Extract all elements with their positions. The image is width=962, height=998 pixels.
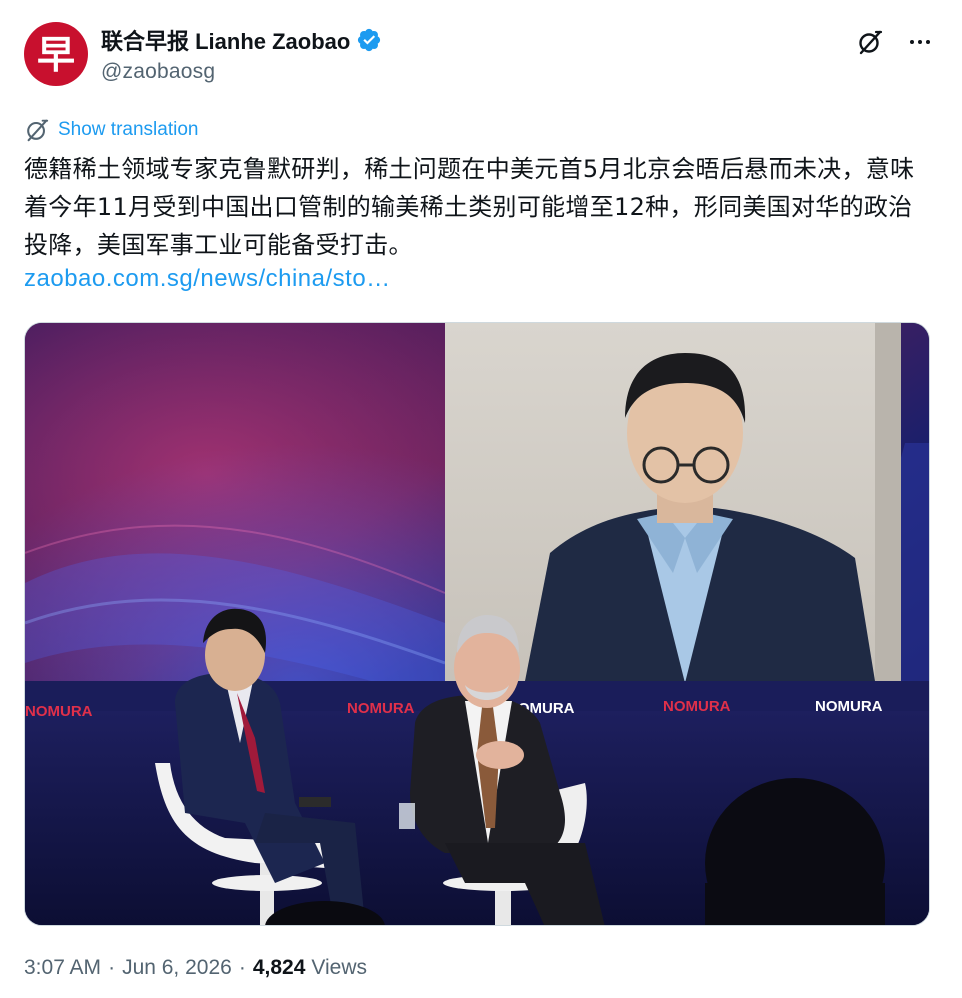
top-actions bbox=[854, 26, 936, 58]
tweet-date[interactable]: Jun 6, 2026 bbox=[122, 956, 232, 980]
views-count: 4,824 bbox=[252, 956, 306, 979]
tweet-media-photo[interactable]: NOMURA NOMURA NOMURA NOMURA NOMURA bbox=[24, 322, 930, 926]
tweet-link[interactable]: zaobao.com.sg/news/china/sto… bbox=[24, 265, 391, 293]
stage-logo: NOMURA bbox=[663, 698, 731, 715]
stage-logo: NOMURA bbox=[347, 700, 415, 717]
tweet-meta: 3:07 AM · Jun 6, 2026 · 4,824 Views bbox=[24, 956, 367, 980]
grok-icon[interactable] bbox=[854, 26, 886, 58]
more-dot bbox=[910, 40, 914, 44]
avatar[interactable]: 早 bbox=[24, 22, 88, 86]
display-name-row: 联合早报 Lianhe Zaobao bbox=[101, 26, 382, 54]
verified-badge-icon[interactable] bbox=[356, 27, 382, 53]
stage-logo: NOMURA bbox=[815, 698, 883, 715]
photo-illustration: NOMURA NOMURA NOMURA NOMURA NOMURA bbox=[25, 323, 929, 925]
separator-dot: · bbox=[108, 956, 116, 979]
show-translation-link[interactable]: Show translation bbox=[58, 119, 198, 141]
tweet-time[interactable]: 3:07 AM bbox=[24, 956, 101, 980]
more-dot bbox=[926, 40, 930, 44]
stage-logo: NOMURA bbox=[25, 703, 93, 720]
display-name[interactable]: 联合早报 Lianhe Zaobao bbox=[101, 24, 350, 56]
translation-row[interactable]: Show translation bbox=[24, 117, 198, 143]
avatar-glyph: 早 bbox=[36, 32, 75, 77]
author-handle[interactable]: @zaobaosg bbox=[101, 60, 382, 84]
more-icon[interactable] bbox=[904, 26, 936, 58]
tweet-header: 早 联合早报 Lianhe Zaobao @zaobaosg bbox=[24, 22, 936, 92]
translate-icon bbox=[24, 117, 50, 143]
more-dot bbox=[918, 40, 922, 44]
separator-dot: · bbox=[238, 956, 246, 979]
author-block: 联合早报 Lianhe Zaobao @zaobaosg bbox=[101, 26, 382, 84]
views-label: Views bbox=[311, 956, 368, 979]
tweet-text: 德籍稀土领域专家克鲁默研判，稀土问题在中美元首5月北京会晤后悬而未决，意味着今年… bbox=[24, 155, 915, 259]
